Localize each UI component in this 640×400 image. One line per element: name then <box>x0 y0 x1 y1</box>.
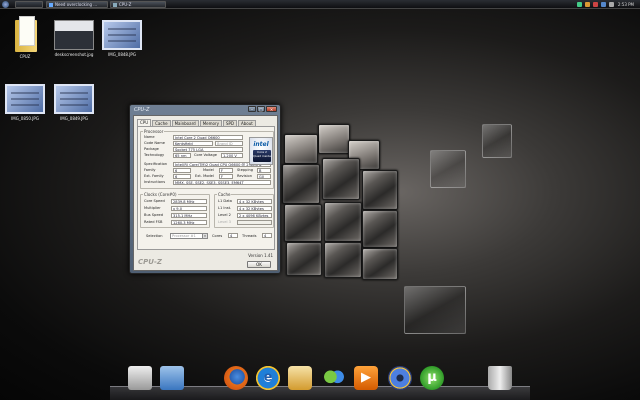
processor-group: Processor Name Intel Core 2 Quad Q6600 C… <box>140 129 274 189</box>
instructions-value: MMX, SSE, SSE2, SSE3, SSSE3, EM64T <box>173 180 271 185</box>
bus-speed-value: 315.1 MHz <box>171 213 207 218</box>
core-voltage-value: 1.200 V <box>221 153 243 158</box>
package-value: Socket 775 LGA <box>173 147 243 152</box>
clocks-group: Clocks (Core#0) Core Speed 2839.8 MHz Mu… <box>140 192 210 228</box>
cores-value: 4 <box>228 233 238 238</box>
name-value: Intel Core 2 Quad Q6600 <box>173 135 243 140</box>
network-icon[interactable] <box>577 2 582 7</box>
taskbar-item-forum[interactable]: Need overclocking ... <box>46 1 108 8</box>
start-orb-icon[interactable] <box>2 1 9 8</box>
window-client: CPU Cache Mainboard Memory SPD About Pro… <box>133 115 278 271</box>
firefox-icon[interactable] <box>224 366 248 390</box>
ok-button[interactable]: OK <box>247 261 271 268</box>
core-speed-value: 2839.8 MHz <box>171 199 207 204</box>
rated-fsb-value: 1260.3 MHz <box>171 220 207 225</box>
maximize-button[interactable]: □ <box>257 106 265 112</box>
mac-drive-icon[interactable] <box>128 366 152 390</box>
browser-icon <box>49 3 53 7</box>
desktop-icon-img-0848[interactable]: IMG_0848.JPG <box>100 20 144 57</box>
folder-icon <box>15 12 37 52</box>
minimize-button[interactable]: – <box>248 106 256 112</box>
cpu-panel: Processor Name Intel Core 2 Quad Q6600 C… <box>137 126 275 250</box>
multiplier-value: x 9.0 <box>171 206 207 211</box>
intel-core2-quad-logo: intel Core 2 Quad inside <box>249 137 273 165</box>
desktop-icon-img-0850[interactable]: IMG_0850.JPG <box>3 84 47 121</box>
desktop-icon-img-0849[interactable]: IMG_0849.JPG <box>52 84 96 121</box>
cpuz-logo: CPU-Z <box>138 258 162 266</box>
clock[interactable]: 2:53 PM <box>618 1 634 8</box>
level3-value <box>237 220 272 225</box>
explorer-icon[interactable] <box>288 366 312 390</box>
cpuz-icon <box>113 3 117 7</box>
volume-icon[interactable] <box>585 2 590 7</box>
taskbar: Need overclocking ... CPU-Z 2:53 PM <box>0 0 640 9</box>
image-thumbnail-icon <box>5 84 45 114</box>
security-icon[interactable] <box>593 2 598 7</box>
processor-select[interactable]: Processor #1 ▾ <box>170 233 208 239</box>
utorrent-icon[interactable]: µ <box>420 366 444 390</box>
close-button[interactable]: × <box>266 106 277 112</box>
desktop-icon-deskscreenshot[interactable]: deskscreenshot.jpg <box>52 20 96 57</box>
cpuz-window[interactable]: CPU-Z – □ × CPU Cache Mainboard Memory S… <box>129 104 281 274</box>
cache-group: Cache L1 Data 4 x 32 KBytes L1 Inst. 4 x… <box>214 192 274 228</box>
internet-explorer-icon[interactable]: e <box>256 366 280 390</box>
window-footer: CPU-Z Version 1.41 OK <box>134 248 277 270</box>
folder-icon[interactable] <box>160 366 184 390</box>
messenger-icon[interactable] <box>322 366 346 390</box>
brand-id-value: Brand ID <box>215 141 243 146</box>
threads-value: 4 <box>262 233 272 238</box>
technology-value: 65 nm <box>173 153 191 158</box>
codename-value: Kentsfield <box>173 141 213 146</box>
level2-value: 2 x 4096 KBytes <box>237 213 272 218</box>
window-controls: – □ × <box>248 106 277 112</box>
messenger-tray-icon[interactable] <box>601 2 606 7</box>
image-thumbnail-icon <box>54 84 94 114</box>
dvd-icon[interactable] <box>388 366 412 390</box>
image-thumbnail-icon <box>102 20 142 50</box>
l1-inst-value: 4 x 32 KBytes <box>237 206 272 211</box>
desktop-icon-cpuz[interactable]: CPUZ <box>3 12 47 59</box>
l1-data-value: 4 x 32 KBytes <box>237 199 272 204</box>
media-player-icon[interactable]: ▶ <box>354 366 378 390</box>
chevron-down-icon: ▾ <box>202 234 207 238</box>
version-label: Version 1.41 <box>248 253 273 258</box>
image-thumbnail-icon <box>54 20 94 50</box>
taskbar-item-cpuz[interactable]: CPU-Z <box>110 1 166 8</box>
tray-icon[interactable] <box>609 2 614 7</box>
quick-launch[interactable] <box>15 1 43 8</box>
tab-cpu[interactable]: CPU <box>137 119 152 126</box>
trash-icon[interactable] <box>488 366 512 390</box>
